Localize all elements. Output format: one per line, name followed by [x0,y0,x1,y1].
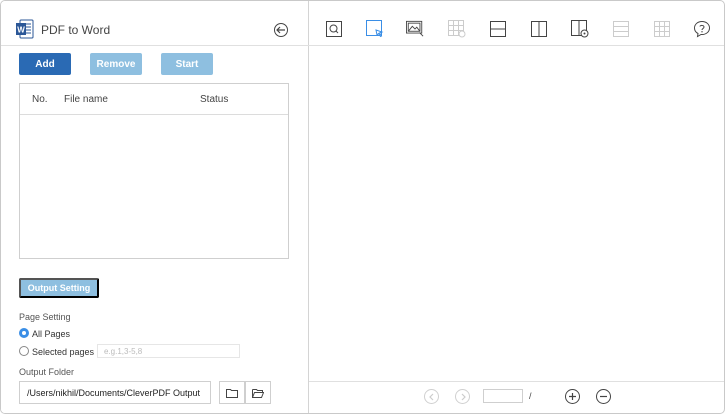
file-list-table[interactable]: No. File name Status [19,83,289,259]
open-folder-button[interactable] [245,381,271,404]
horizontal-split-tool-button[interactable] [489,20,507,38]
table-header: No. File name Status [20,84,288,115]
back-button[interactable] [274,23,288,37]
all-pages-radio[interactable] [19,328,29,338]
horizontal-split-icon [490,21,506,37]
search-icon [326,21,342,37]
output-setting-button[interactable]: Output Setting [19,278,99,298]
column-header-file-name: File name [64,94,108,105]
image-icon [406,20,424,37]
page-rotate-icon [571,20,589,38]
selected-pages-label: Selected pages [32,347,95,357]
preview-footer-divider [309,381,724,382]
page-separator: / [529,391,532,401]
chevron-left-icon [428,393,433,400]
selected-pages-radio[interactable] [19,346,29,356]
image-tool-button[interactable] [406,20,424,38]
zoom-out-button[interactable] [596,389,611,404]
next-page-button[interactable] [455,389,470,404]
table-tool-button[interactable] [448,20,466,38]
add-button[interactable]: Add [19,53,71,75]
table-icon [448,20,466,38]
output-folder-label: Output Folder [19,367,75,377]
arrow-left-icon [276,26,285,34]
comment-icon [693,20,711,38]
vertical-split-icon [531,21,547,37]
page-setting-label: Page Setting [19,312,71,322]
search-tool-button[interactable] [325,20,343,38]
column-header-status: Status [200,94,229,105]
page-rotate-tool-button[interactable] [571,20,589,38]
app-window: W PDF to Word Add Remove Start No. File … [0,0,725,414]
all-pages-label: All Pages [32,329,71,339]
page-number-input[interactable] [483,389,523,403]
comment-tool-button[interactable] [693,20,711,38]
minus-icon [600,395,607,398]
grid-icon [654,21,670,37]
app-title: PDF to Word [41,23,111,37]
browse-folder-button[interactable] [219,381,245,404]
start-button[interactable]: Start [161,53,213,75]
grid-tool-button[interactable] [653,20,671,38]
word-icon: W [16,19,34,39]
rows-tool-button[interactable] [612,20,630,38]
zoom-in-button[interactable] [565,389,580,404]
folder-icon [226,388,238,398]
rows-icon [613,21,629,37]
vertical-split-tool-button[interactable] [530,20,548,38]
output-folder-path-field[interactable]: /Users/nikhil/Documents/CleverPDF Output [19,381,211,404]
selected-pages-input[interactable]: e.g.1,3-5,8 [97,344,240,358]
header-divider [1,45,724,46]
column-header-no: No. [32,94,48,105]
previous-page-button[interactable] [424,389,439,404]
select-icon [366,20,384,38]
chevron-right-icon [461,393,466,400]
panel-divider [308,1,309,413]
svg-text:W: W [17,26,25,35]
remove-button[interactable]: Remove [90,53,142,75]
folder-open-icon [252,388,264,398]
plus-icon [569,393,576,400]
left-panel: W PDF to Word Add Remove Start No. File … [1,1,308,413]
select-tool-button[interactable] [366,20,384,38]
